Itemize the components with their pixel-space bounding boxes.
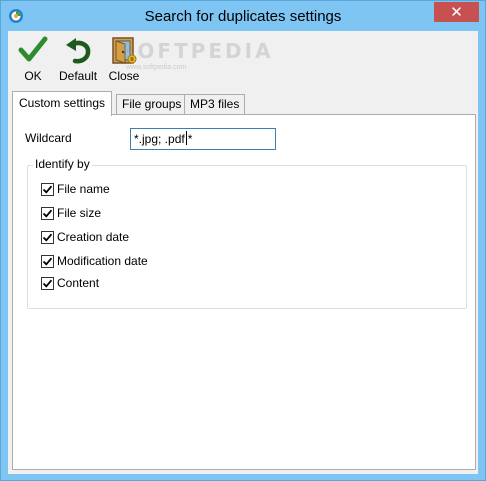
wildcard-value-tail: *	[187, 132, 193, 146]
title-bar: Search for duplicates settings ✕	[1, 1, 485, 31]
dialog-window: Search for duplicates settings ✕ OK Defa…	[0, 0, 486, 481]
undo-arrow-icon	[61, 33, 95, 67]
close-label: Close	[108, 69, 140, 83]
default-button[interactable]: Default	[59, 33, 97, 85]
identify-by-legend: Identify by	[33, 157, 92, 171]
tab-custom-settings[interactable]: Custom settings	[12, 91, 113, 116]
ok-button[interactable]: OK	[16, 33, 50, 85]
window-close-button[interactable]: ✕	[434, 2, 479, 22]
checkbox-label: Creation date	[57, 230, 130, 244]
default-label: Default	[59, 69, 98, 83]
wildcard-value: *.jpg; .pdf	[134, 132, 185, 146]
checkbox-checked-icon[interactable]	[41, 230, 54, 244]
checkbox-file-name[interactable]: File name	[41, 181, 110, 197]
checkbox-label: Modification date	[57, 254, 148, 268]
window-title: Search for duplicates settings	[144, 8, 342, 25]
text-caret	[185, 131, 187, 145]
ok-label: OK	[24, 69, 42, 83]
dialog-client-area: OK Default Close SOFTPEDIA www.softpedia…	[8, 31, 478, 474]
checkbox-file-size[interactable]: File size	[41, 205, 101, 221]
wildcard-label: Wildcard	[25, 131, 72, 145]
checkbox-label: File size	[57, 206, 102, 220]
checkbox-label: File name	[57, 182, 110, 196]
checkbox-checked-icon[interactable]	[41, 254, 54, 268]
custom-settings-panel: Wildcard *.jpg; .pdf * Identify by File n…	[12, 114, 476, 470]
softpedia-watermark-url: www.softpedia.com	[126, 64, 187, 71]
tab-file-groups[interactable]: File groups	[116, 94, 188, 114]
checkbox-label: Content	[57, 276, 100, 290]
softpedia-watermark: SOFTPEDIA	[120, 39, 274, 63]
checkbox-checked-icon[interactable]	[41, 206, 54, 220]
checkbox-checked-icon[interactable]	[41, 182, 54, 196]
checkbox-modification-date[interactable]: Modification date	[41, 253, 148, 269]
checkbox-checked-icon[interactable]	[41, 276, 54, 290]
wildcard-input[interactable]: *.jpg; .pdf *	[130, 128, 276, 150]
tab-mp3-files[interactable]: MP3 files	[184, 94, 246, 114]
toolbar: OK Default Close SOFTPEDIA www.softpedia…	[8, 31, 478, 87]
checkbox-content[interactable]: Content	[41, 275, 99, 291]
checkmark-icon	[16, 33, 50, 67]
checkbox-creation-date[interactable]: Creation date	[41, 229, 129, 245]
